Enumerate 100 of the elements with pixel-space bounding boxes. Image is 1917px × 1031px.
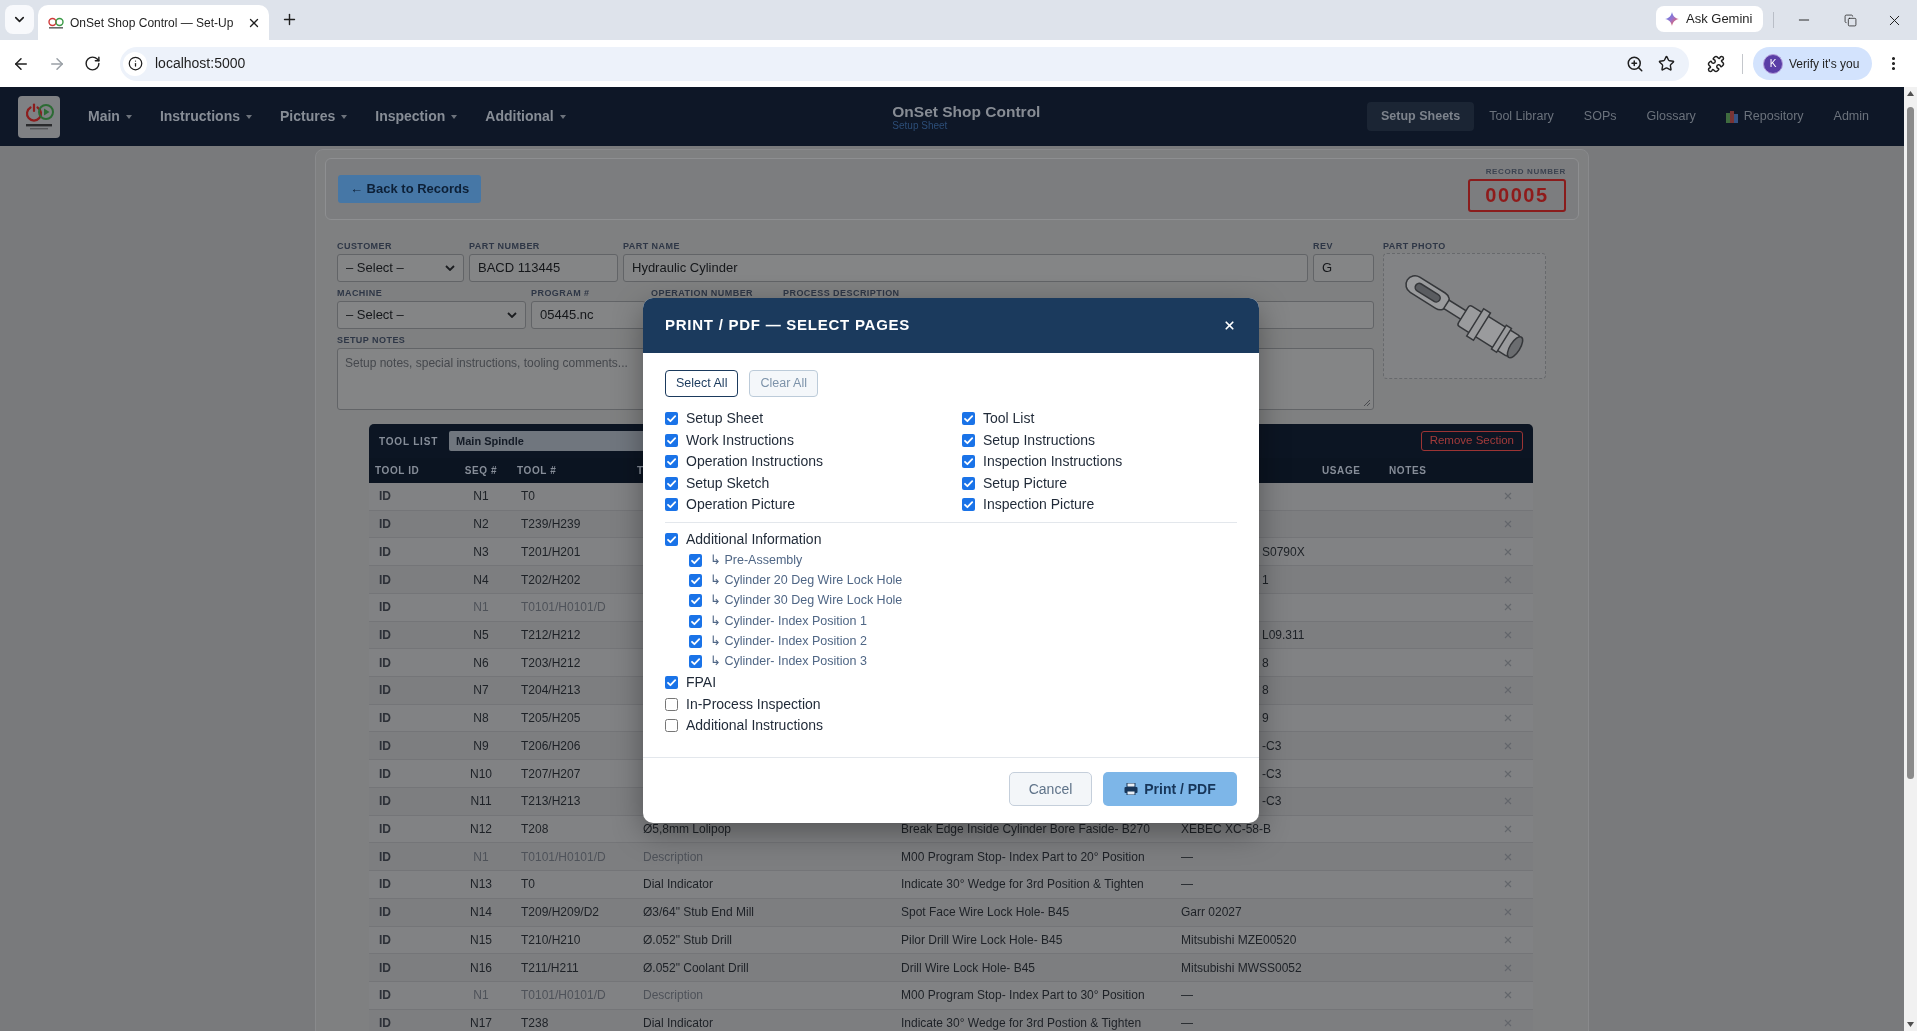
star-icon[interactable] xyxy=(1658,55,1675,72)
nav-link[interactable]: Glossary xyxy=(1631,102,1711,131)
tab-search-button[interactable] xyxy=(5,5,34,34)
restore-icon[interactable] xyxy=(1844,14,1857,27)
profile-button[interactable]: K Verify it's you xyxy=(1753,47,1872,80)
site-favicon xyxy=(48,16,64,29)
plus-icon[interactable] xyxy=(281,11,298,28)
checkbox[interactable] xyxy=(665,676,678,690)
table-cell: T206/H206 xyxy=(521,738,581,753)
nav-link[interactable]: Repository xyxy=(1710,102,1819,131)
select-field[interactable]: – Select – xyxy=(337,254,464,282)
input-field[interactable]: Hydraulic Cylinder xyxy=(623,254,1308,282)
caret-down-icon xyxy=(341,114,348,119)
remove-section-button[interactable]: Remove Section xyxy=(1420,431,1523,451)
nav-menu[interactable]: Main xyxy=(88,106,132,127)
table-cell: — xyxy=(1181,849,1193,864)
app-title: OnSet Shop Control xyxy=(892,102,1041,120)
table-cell: N2 xyxy=(473,517,489,532)
site-info-button[interactable] xyxy=(123,51,147,76)
option-label: Setup Sketch xyxy=(686,473,770,493)
table-cell: M00 Program Stop- Index Part to 20° Position xyxy=(901,849,1145,864)
table-cell: N9 xyxy=(473,738,489,753)
table-cell: T239/H239 xyxy=(521,517,581,532)
table-cell: N17 xyxy=(470,1016,492,1030)
table-cell: T202/H202 xyxy=(521,572,581,587)
checkbox[interactable] xyxy=(665,719,678,733)
input-field[interactable]: BACD 113445 xyxy=(469,254,618,282)
table-cell: Pilor Drill Wire Lock Hole- B45 xyxy=(901,932,1063,947)
dialog-action-button[interactable]: Clear All xyxy=(749,370,818,397)
ask-gemini-button[interactable]: Ask Gemini xyxy=(1656,6,1763,32)
option-label: ↳ Cylinder- Index Position 2 xyxy=(710,632,867,650)
dialog-footer-button[interactable]: Print / PDF xyxy=(1103,772,1237,806)
nav-menu[interactable]: Pictures xyxy=(280,106,348,127)
resize-handle-icon[interactable] xyxy=(1363,399,1371,407)
checkbox[interactable] xyxy=(689,594,702,608)
close-icon[interactable] xyxy=(1223,319,1236,332)
field-label: REV xyxy=(1313,240,1333,252)
option-label: Operation Instructions xyxy=(686,452,823,472)
checkbox[interactable] xyxy=(665,455,678,469)
dialog-action-button[interactable]: Select All xyxy=(665,370,739,397)
checkbox[interactable] xyxy=(689,634,702,648)
reload-icon[interactable] xyxy=(84,55,101,72)
printer-icon xyxy=(1124,783,1139,795)
option-label: Tool List xyxy=(983,409,1035,429)
checkbox[interactable] xyxy=(689,573,702,587)
nav-link[interactable]: Admin xyxy=(1818,102,1884,131)
table-cell: Ø5,8mm Lolipop xyxy=(643,822,732,836)
input-field[interactable]: G xyxy=(1313,254,1374,282)
checkbox[interactable] xyxy=(962,412,975,426)
option-label: Work Instructions xyxy=(686,430,794,450)
table-cell: ID xyxy=(379,877,391,892)
puzzle-icon[interactable] xyxy=(1707,54,1725,73)
checkbox[interactable] xyxy=(665,433,678,447)
checkbox[interactable] xyxy=(665,498,678,512)
table-cell: -C3 xyxy=(1262,766,1282,781)
table-cell: -C3 xyxy=(1262,738,1282,753)
checkbox[interactable] xyxy=(665,476,678,490)
checkbox[interactable] xyxy=(962,455,975,469)
nav-menu[interactable]: Additional xyxy=(485,106,566,127)
checkbox[interactable] xyxy=(689,614,702,628)
back-to-records-button[interactable]: ← Back to Records xyxy=(338,175,482,203)
field-label: MACHINE xyxy=(337,287,383,299)
table-cell: ID xyxy=(379,600,391,615)
checkbox[interactable] xyxy=(962,498,975,512)
nav-link[interactable]: SOPs xyxy=(1568,102,1632,131)
chevron-down-icon xyxy=(445,265,455,271)
nav-menu[interactable]: Instructions xyxy=(159,106,252,127)
option-label: Additional Instructions xyxy=(686,716,823,736)
checkbox[interactable] xyxy=(689,553,702,567)
nav-menu[interactable]: Inspection xyxy=(375,106,458,127)
table-cell: ID xyxy=(379,932,391,947)
option-label: ↳ Cylinder 30 Deg Wire Lock Hole xyxy=(710,592,903,610)
table-cell: N10 xyxy=(470,766,492,781)
select-field[interactable]: – Select – xyxy=(337,301,526,329)
table-cell: N7 xyxy=(473,683,489,698)
table-cell: — xyxy=(1181,877,1193,892)
zoom-in-icon[interactable] xyxy=(1626,54,1644,73)
part-photo-frame[interactable] xyxy=(1383,253,1546,379)
column-header: USAGE xyxy=(1322,464,1361,478)
dialog-footer-button[interactable]: Cancel xyxy=(1009,772,1092,806)
table-cell: Ø.052" Coolant Drill xyxy=(643,960,749,975)
scrollbar[interactable] xyxy=(1904,87,1917,1031)
column-header: T xyxy=(637,464,644,478)
table-cell: Ø3/64" Stub End Mill xyxy=(643,905,754,920)
address-bar[interactable]: localhost:5000 xyxy=(120,46,1689,81)
checkbox[interactable] xyxy=(665,532,678,546)
checkbox[interactable] xyxy=(665,697,678,711)
table-cell: N16 xyxy=(470,960,492,975)
option-label: ↳ Cylinder- Index Position 1 xyxy=(710,612,867,630)
checkbox[interactable] xyxy=(665,412,678,426)
table-cell: T212/H212 xyxy=(521,627,581,642)
chevron-down-icon xyxy=(507,312,517,318)
checkbox[interactable] xyxy=(962,476,975,490)
nav-link[interactable]: Setup Sheets xyxy=(1367,102,1475,131)
checkbox[interactable] xyxy=(689,655,702,669)
table-cell: T0 xyxy=(521,489,535,504)
nav-link[interactable]: Tool Library xyxy=(1474,102,1569,131)
checkbox[interactable] xyxy=(962,433,975,447)
browser-tab[interactable]: OnSet Shop Control — Set-Up xyxy=(38,5,269,40)
input-field[interactable]: 05445.nc xyxy=(531,301,646,329)
